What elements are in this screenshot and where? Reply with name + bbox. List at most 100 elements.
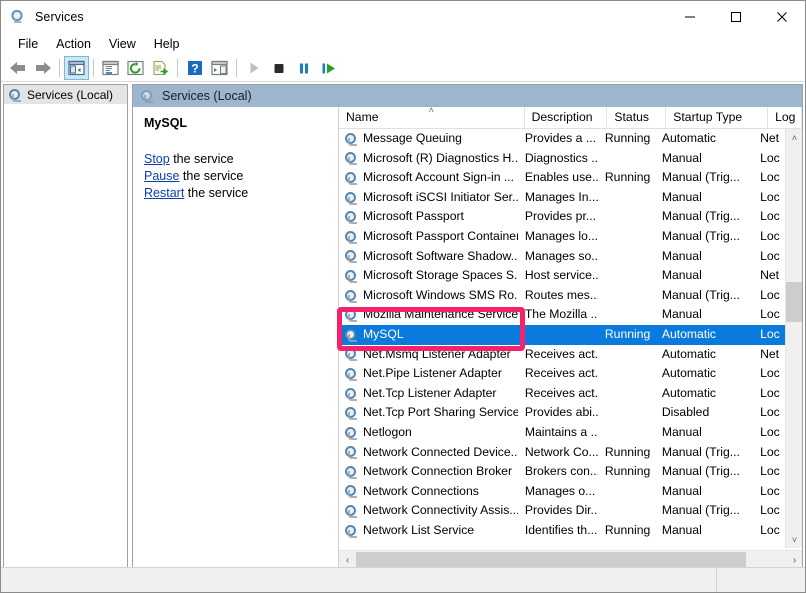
cell-description: Maintains a ... [524, 424, 598, 439]
toolbar-separator [177, 59, 178, 77]
cell-startup: Manual [661, 189, 702, 204]
cell-description: Provides abi... [524, 405, 598, 420]
cell-name: Net.Pipe Listener Adapter [339, 364, 518, 384]
menu-action[interactable]: Action [47, 35, 100, 53]
services-gear-icon [10, 9, 27, 26]
back-icon[interactable] [5, 56, 30, 80]
table-row[interactable]: Net.Tcp Port Sharing Service Provides abi… [339, 403, 786, 423]
cell-logon: Loc [760, 385, 780, 400]
toolbar-separator [93, 59, 94, 77]
vertical-scrollbar-thumb[interactable] [786, 282, 802, 322]
cell-status [598, 345, 655, 365]
help-icon[interactable]: ? [182, 56, 207, 80]
toolbar-separator [236, 59, 237, 77]
restart-service-link[interactable]: Restart [144, 186, 184, 200]
menu-help[interactable]: Help [145, 35, 189, 53]
table-row[interactable]: Net.Msmq Listener Adapter Receives act...… [339, 345, 786, 365]
cell-description: Manages In... [524, 189, 598, 204]
stop-service-icon[interactable] [266, 56, 291, 80]
column-header-description[interactable]: Description [525, 107, 608, 129]
properties-icon[interactable] [98, 56, 123, 80]
horizontal-scrollbar-thumb[interactable] [356, 551, 746, 569]
table-row[interactable]: Network Connections Manages o... Manual Loc [339, 482, 786, 502]
table-row[interactable]: Net.Tcp Listener Adapter Receives act... A… [339, 384, 786, 404]
cell-status: Running [604, 444, 651, 459]
maximize-button[interactable] [713, 1, 759, 32]
forward-icon[interactable] [30, 56, 55, 80]
table-row[interactable]: Net.Pipe Listener Adapter Receives act...… [339, 364, 786, 384]
cell-startup: Manual (Trig... [661, 287, 740, 302]
cell-name: Mozilla Maintenance Service [339, 305, 518, 325]
minimize-button[interactable] [667, 1, 713, 32]
table-row[interactable]: Network Connection Broker Brokers con... R… [339, 462, 786, 482]
sort-ascending-icon: ˄ [428, 107, 434, 115]
scroll-down-arrow-icon[interactable]: ˅ [786, 531, 802, 548]
cell-description: Receives act... [524, 385, 598, 400]
table-row[interactable]: Microsoft Passport Container Manages lo..… [339, 227, 786, 247]
cell-status [598, 305, 655, 325]
table-row[interactable]: Microsoft Windows SMS Ro... Routes mes...… [339, 286, 786, 306]
table-row[interactable]: Network Connected Device... Network Co...… [339, 443, 786, 463]
cell-status [598, 423, 655, 443]
cell-name: Network List Service [339, 521, 518, 541]
column-header-status[interactable]: Status [607, 107, 667, 129]
column-header-startup-type[interactable]: Startup Type [666, 107, 769, 129]
cell-status: Running [604, 326, 651, 341]
stop-service-link[interactable]: Stop [144, 152, 170, 166]
table-row[interactable]: Network Connectivity Assis... Provides Di… [339, 501, 786, 521]
table-row-selected[interactable]: MySQL Running Automatic Loc [339, 324, 786, 345]
service-gear-icon [344, 387, 358, 401]
service-name-label: Network Connection Broker [363, 464, 513, 479]
cell-logon: Loc [760, 424, 780, 439]
service-name-label: Network Connected Device... [363, 444, 518, 459]
cell-logon: Loc [760, 503, 780, 518]
pause-service-text: the service [179, 169, 244, 183]
status-bar-main-segment [1, 568, 717, 592]
cell-status [598, 207, 655, 227]
cell-description: Brokers con... [524, 464, 598, 479]
column-header-log[interactable]: Log [768, 107, 802, 129]
table-row[interactable]: Mozilla Maintenance Service The Mozilla .… [339, 305, 786, 325]
service-gear-icon [344, 445, 358, 460]
status-bar [1, 567, 805, 592]
service-name-label: Microsoft Account Sign-in ... [363, 170, 515, 185]
cell-logon: Loc [760, 464, 780, 479]
show-action-pane-icon[interactable] [207, 56, 232, 80]
show-hide-console-tree-icon[interactable] [64, 56, 89, 80]
cell-name: Microsoft Account Sign-in ... [339, 168, 518, 188]
close-button[interactable] [759, 1, 805, 32]
service-name-label: Microsoft Software Shadow... [363, 248, 518, 263]
scroll-up-arrow-icon[interactable]: ˄ [786, 129, 802, 146]
table-row[interactable]: Message Queuing Provides a ... Running Auto… [339, 129, 786, 149]
service-name-label: Microsoft iSCSI Initiator Ser... [363, 189, 518, 204]
table-row[interactable]: Microsoft Storage Spaces S... Host servic… [339, 266, 786, 286]
restart-service-text: the service [184, 186, 249, 200]
cell-description: Manages lo... [524, 228, 598, 243]
menu-file[interactable]: File [9, 35, 47, 53]
cell-status [598, 384, 655, 404]
table-row[interactable]: Microsoft iSCSI Initiator Ser... Manages … [339, 188, 786, 208]
column-header-name[interactable]: Name ˄ [339, 107, 525, 129]
pause-service-icon[interactable] [291, 56, 316, 80]
table-row[interactable]: Microsoft Software Shadow... Manages so..… [339, 247, 786, 267]
cell-startup: Automatic [661, 366, 717, 381]
restart-service-icon[interactable] [316, 56, 341, 80]
cell-name: Network Connected Device... [339, 443, 518, 463]
pause-service-link[interactable]: Pause [144, 169, 179, 183]
table-row[interactable]: Network List Service Identifies th... Runn… [339, 521, 786, 541]
table-row[interactable]: Netlogon Maintains a ... Manual Loc [339, 423, 786, 443]
status-bar-end-segment [717, 568, 805, 592]
refresh-icon[interactable] [123, 56, 148, 80]
export-list-icon[interactable] [148, 56, 173, 80]
table-row[interactable]: Microsoft (R) Diagnostics H... Diagnostic… [339, 149, 786, 169]
table-row[interactable]: Microsoft Passport Provides pr... Manual (… [339, 207, 786, 227]
service-name-label: Net.Pipe Listener Adapter [363, 366, 502, 381]
service-gear-icon [344, 210, 358, 225]
cell-startup: Manual [661, 424, 702, 439]
list-vertical-scrollbar[interactable]: ˄ ˅ [785, 129, 802, 548]
table-row[interactable]: Microsoft Account Sign-in ... Enables use… [339, 168, 786, 188]
service-name-label: Microsoft Windows SMS Ro... [363, 287, 518, 302]
menu-view[interactable]: View [100, 35, 145, 53]
start-service-icon[interactable] [241, 56, 266, 80]
tree-item-services-local[interactable]: Services (Local) [4, 85, 127, 104]
